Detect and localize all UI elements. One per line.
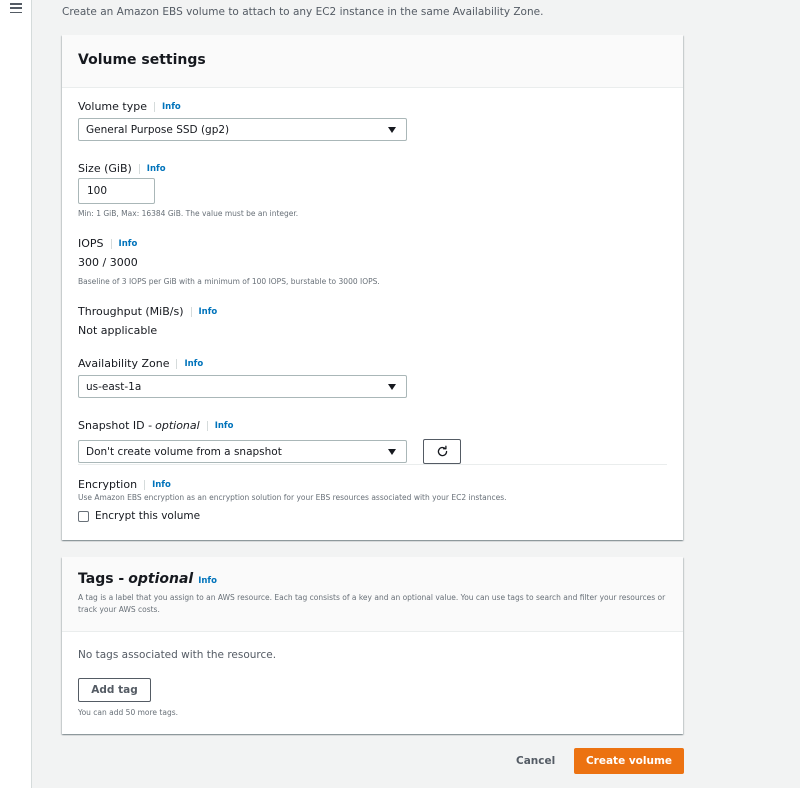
tags-optional-label: optional	[128, 571, 194, 587]
refresh-snapshots-button[interactable]	[423, 439, 461, 464]
iops-info-link[interactable]: Info	[119, 239, 138, 249]
size-hint: Min: 1 GiB, Max: 16384 GiB. The value mu…	[78, 209, 299, 218]
info-divider	[110, 238, 112, 249]
encrypt-volume-label: Encrypt this volume	[95, 510, 201, 522]
encrypt-volume-option[interactable]: Encrypt this volume	[78, 510, 200, 522]
info-divider	[190, 306, 192, 317]
volume-type-label: Volume type Info	[78, 100, 181, 113]
iops-hint: Baseline of 3 IOPS per GiB with a minimu…	[78, 277, 380, 286]
availability-zone-info-link[interactable]: Info	[184, 359, 203, 369]
caret-down-icon	[388, 448, 396, 455]
encryption-description: Use Amazon EBS encryption as an encrypti…	[78, 493, 507, 502]
caret-down-icon	[388, 126, 396, 133]
tags-info-link[interactable]: Info	[198, 576, 217, 586]
encrypt-volume-checkbox[interactable]	[78, 510, 89, 522]
info-divider	[138, 163, 140, 174]
page-description: Create an Amazon EBS volume to attach to…	[62, 6, 544, 18]
info-divider	[176, 358, 178, 369]
snapshot-divider	[78, 464, 667, 465]
info-divider	[153, 101, 155, 112]
info-divider	[144, 479, 146, 490]
snapshot-info-link[interactable]: Info	[215, 421, 234, 431]
tags-header: Tags - optional Info A tag is a label th…	[62, 557, 683, 632]
create-volume-button[interactable]: Create volume	[574, 748, 684, 774]
volume-type-info-link[interactable]: Info	[162, 102, 181, 112]
cancel-button[interactable]: Cancel	[516, 755, 555, 767]
snapshot-value: Don't create volume from a snapshot	[86, 445, 282, 458]
availability-zone-select[interactable]: us-east-1a	[78, 375, 407, 398]
info-divider	[206, 420, 208, 431]
size-info-link[interactable]: Info	[147, 164, 166, 174]
tags-title: Tags - optional Info	[78, 571, 217, 587]
encryption-label: Encryption Info	[78, 478, 171, 491]
iops-value: 300 / 3000	[78, 256, 138, 269]
size-label: Size (GiB) Info	[78, 162, 166, 175]
tags-description: A tag is a label that you assign to an A…	[78, 593, 666, 614]
snapshot-label: Snapshot ID - optional Info	[78, 419, 234, 432]
availability-zone-value: us-east-1a	[86, 380, 142, 393]
size-input[interactable]: 100	[78, 178, 155, 204]
volume-type-select[interactable]: General Purpose SSD (gp2)	[78, 118, 407, 141]
availability-zone-label: Availability Zone Info	[78, 357, 204, 370]
snapshot-optional-label: optional	[155, 419, 200, 432]
panel-title: Volume settings	[78, 52, 206, 68]
volume-type-value: General Purpose SSD (gp2)	[86, 123, 230, 136]
encryption-info-link[interactable]: Info	[152, 480, 171, 490]
throughput-info-link[interactable]: Info	[199, 307, 218, 317]
iops-label: IOPS Info	[78, 237, 138, 250]
throughput-value: Not applicable	[78, 324, 158, 337]
caret-down-icon	[388, 383, 396, 390]
snapshot-select[interactable]: Don't create volume from a snapshot	[78, 440, 407, 463]
volume-settings-panel: Volume settings Volume type Info General…	[62, 35, 683, 540]
add-tag-button[interactable]: Add tag	[78, 678, 151, 702]
hamburger-menu-icon[interactable]	[10, 2, 22, 14]
tags-limit-hint: You can add 50 more tags.	[78, 708, 178, 717]
side-navigation	[0, 0, 32, 788]
no-tags-text: No tags associated with the resource.	[78, 649, 277, 661]
volume-settings-header: Volume settings	[62, 35, 683, 88]
tags-panel: Tags - optional Info A tag is a label th…	[62, 557, 683, 734]
throughput-label: Throughput (MiB/s) Info	[78, 305, 218, 318]
refresh-icon	[437, 445, 447, 457]
